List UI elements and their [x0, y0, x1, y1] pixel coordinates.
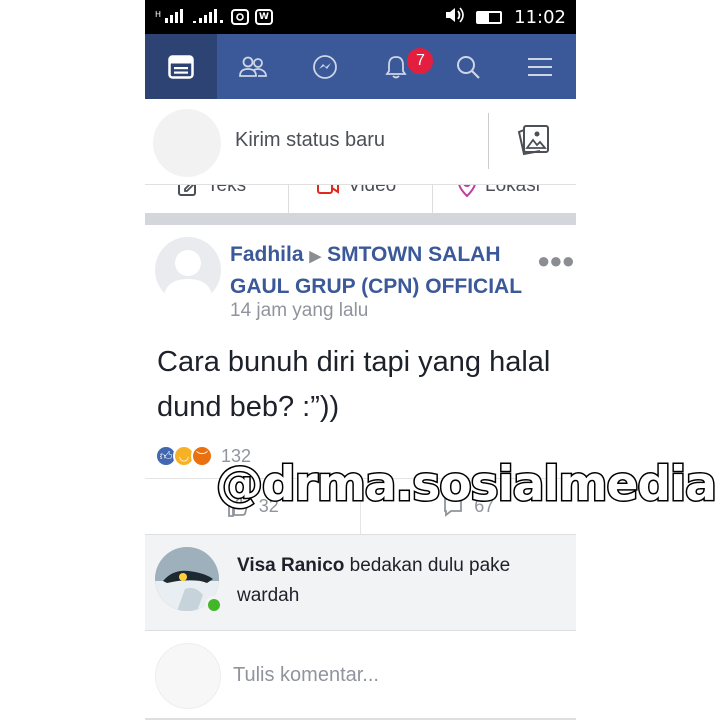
divider — [432, 185, 433, 213]
post-timestamp[interactable]: 14 jam yang lalu — [230, 300, 368, 322]
location-pin-icon — [458, 185, 476, 197]
tab-notifications[interactable]: 7 — [360, 34, 436, 99]
status-bar: H W 11:02 — [145, 0, 576, 34]
quick-location-label: Lokasi — [485, 185, 540, 196]
post-author-name[interactable]: Fadhila — [230, 243, 304, 266]
avatar — [153, 109, 221, 177]
friends-icon — [238, 56, 267, 77]
composer-quick-actions: Teks Video Lokasi — [145, 185, 576, 213]
default-avatar-icon — [163, 250, 213, 303]
svg-text:H: H — [155, 10, 161, 19]
divider — [488, 113, 489, 169]
quick-video[interactable]: Video — [316, 185, 396, 197]
comment-preview: Visa Ranico bedakan dulu pake wardah — [145, 534, 576, 631]
status-left: H W — [155, 8, 273, 27]
write-comment-input[interactable]: Tulis komentar... — [233, 664, 379, 687]
battery-icon — [476, 10, 503, 24]
tab-search[interactable] — [432, 34, 504, 99]
signal-2-icon — [191, 8, 225, 27]
pencil-icon — [178, 185, 196, 196]
messenger-icon — [312, 54, 337, 79]
quick-text[interactable]: Teks — [177, 185, 246, 197]
arrow-right-icon: ▶ — [309, 248, 322, 265]
avatar — [155, 643, 221, 709]
post-header: Fadhila ▶ SMTOWN SALAH GAUL GRUP (CPN) OFF… — [230, 240, 530, 302]
news-feed-icon — [168, 54, 194, 79]
feed-separator — [145, 213, 576, 225]
quick-video-label: Video — [348, 185, 397, 196]
quick-text-label: Teks — [207, 185, 247, 196]
search-icon — [457, 55, 480, 79]
tab-friends[interactable] — [217, 34, 289, 99]
volume-icon — [444, 6, 464, 29]
clock: 11:02 — [514, 6, 566, 28]
status-composer: Kirim status baru — [145, 99, 576, 185]
notification-badge: 7 — [405, 46, 436, 76]
video-icon — [317, 185, 339, 194]
post-body: Cara bunuh diri tapi yang halal dund beb… — [157, 346, 551, 423]
menu-icon — [528, 57, 553, 76]
instagram-icon — [231, 9, 249, 25]
comment-text: Visa Ranico bedakan dulu pake wardah — [237, 551, 557, 611]
quick-location[interactable]: Lokasi — [457, 185, 540, 197]
phone-screen: H W 11:02 7 Kirim status baru Teks Video… — [145, 0, 576, 720]
more-options-icon[interactable]: ●●● — [537, 248, 575, 274]
watermark-text: @drma.sosialmedia — [215, 456, 719, 514]
photo-upload-icon[interactable] — [517, 124, 551, 163]
status-right: 11:02 — [444, 6, 566, 29]
commenter-name[interactable]: Visa Ranico — [237, 555, 344, 576]
status-input[interactable]: Kirim status baru — [235, 129, 385, 152]
tab-news-feed[interactable] — [145, 34, 217, 99]
tab-messenger[interactable] — [289, 34, 361, 99]
top-nav-bar: 7 — [145, 34, 576, 99]
w-app-icon: W — [255, 9, 273, 25]
divider — [288, 185, 289, 213]
signal-icon: H — [155, 8, 185, 27]
online-status-dot — [205, 596, 223, 614]
post-author-avatar[interactable] — [155, 237, 221, 303]
tab-menu[interactable] — [504, 34, 576, 99]
angry-reaction-icon: ︶ — [191, 445, 213, 467]
